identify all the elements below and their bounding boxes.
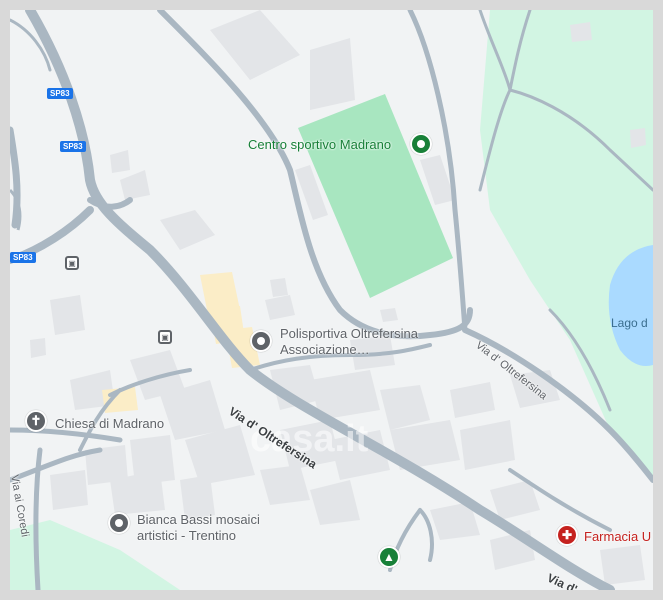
cross-pin-icon[interactable]: ✝: [25, 410, 47, 432]
bus-stop-icon[interactable]: ▣: [65, 256, 79, 270]
bus-stop-icon[interactable]: ▣: [158, 330, 172, 344]
mosaics-label-line1[interactable]: Bianca Bassi mosaici: [137, 512, 260, 527]
sport-center-label[interactable]: Centro sportivo Madrano: [248, 137, 391, 152]
map-frame: casa.it SP83 SP83 SP83 ▣ ▣ Centro sporti…: [0, 0, 663, 600]
church-label[interactable]: Chiesa di Madrano: [55, 416, 164, 431]
polisportiva-label-line2[interactable]: Associazione…: [280, 342, 370, 357]
mosaics-label-line2[interactable]: artistici - Trentino: [137, 528, 236, 543]
lake-label: Lago d: [611, 316, 648, 330]
poi-pin-icon[interactable]: [250, 330, 272, 352]
sports-pitch: [298, 94, 453, 298]
sport-pin-icon[interactable]: [410, 133, 432, 155]
route-shield-sp83: SP83: [60, 141, 86, 152]
map-base-layer: [10, 10, 653, 590]
map-canvas[interactable]: casa.it SP83 SP83 SP83 ▣ ▣ Centro sporti…: [10, 10, 653, 590]
pharmacy-pin-icon[interactable]: ✚: [556, 524, 578, 546]
pharmacy-label[interactable]: Farmacia U: [584, 529, 651, 544]
route-shield-sp83: SP83: [10, 252, 36, 263]
poi-pin-icon[interactable]: [108, 512, 130, 534]
route-shield-sp83: SP83: [47, 88, 73, 99]
polisportiva-label-line1[interactable]: Polisportiva Oltrefersina: [280, 326, 418, 341]
tree-pin-icon[interactable]: ▲: [378, 546, 400, 568]
